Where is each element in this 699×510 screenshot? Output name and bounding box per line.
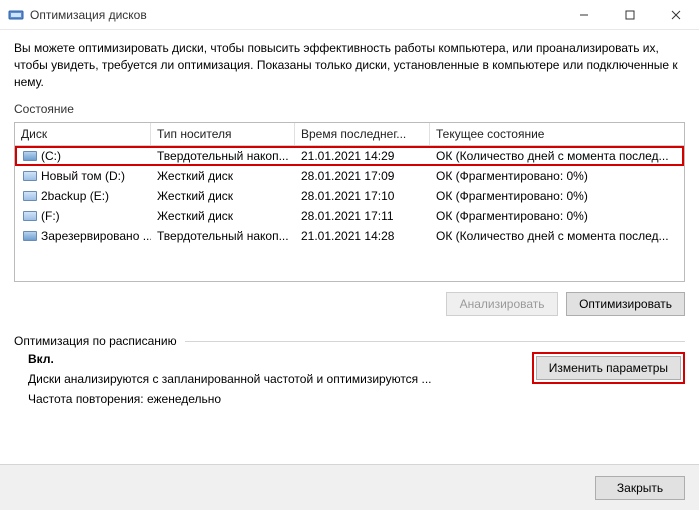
cell-media: Жесткий диск — [151, 166, 295, 186]
cell-state: ОК (Фрагментировано: 0%) — [430, 166, 684, 186]
cell-media: Твердотельный накоп... — [151, 146, 295, 166]
action-buttons: Анализировать Оптимизировать — [14, 292, 685, 316]
intro-text: Вы можете оптимизировать диски, чтобы по… — [14, 40, 685, 90]
table-row[interactable]: 2backup (E:) Жесткий диск 28.01.2021 17:… — [15, 186, 684, 206]
change-settings-button[interactable]: Изменить параметры — [536, 356, 681, 380]
schedule-line2: Частота повторения: еженедельно — [28, 392, 532, 406]
table-row[interactable]: Зарезервировано ... Твердотельный накоп.… — [15, 226, 684, 246]
col-state[interactable]: Текущее состояние — [430, 123, 684, 145]
drive-icon — [23, 151, 37, 161]
drive-icon — [23, 231, 37, 241]
separator — [185, 341, 685, 342]
cell-time: 28.01.2021 17:10 — [295, 186, 430, 206]
schedule-line1: Диски анализируются с запланированной ча… — [28, 372, 532, 386]
window-title: Оптимизация дисков — [30, 8, 147, 22]
cell-state: ОК (Количество дней с момента послед... — [430, 146, 684, 166]
cell-disk: Новый том (D:) — [41, 166, 125, 186]
close-button[interactable] — [653, 0, 699, 30]
footer: Закрыть — [0, 464, 699, 510]
table-row[interactable]: (C:) Твердотельный накоп... 21.01.2021 1… — [15, 146, 684, 166]
minimize-button[interactable] — [561, 0, 607, 30]
cell-media: Твердотельный накоп... — [151, 226, 295, 246]
schedule-section-label: Оптимизация по расписанию — [14, 334, 177, 348]
cell-state: ОК (Количество дней с момента послед... — [430, 226, 684, 246]
app-icon — [8, 7, 24, 23]
drive-table: Диск Тип носителя Время последнег... Тек… — [14, 122, 685, 282]
cell-state: ОК (Фрагментировано: 0%) — [430, 206, 684, 226]
table-header: Диск Тип носителя Время последнег... Тек… — [15, 123, 684, 146]
col-disk[interactable]: Диск — [15, 123, 151, 145]
cell-disk: (C:) — [41, 146, 61, 166]
window-buttons — [561, 0, 699, 30]
cell-media: Жесткий диск — [151, 206, 295, 226]
schedule-enabled-label: Вкл. — [28, 352, 532, 366]
cell-time: 28.01.2021 17:11 — [295, 206, 430, 226]
table-row[interactable]: Новый том (D:) Жесткий диск 28.01.2021 1… — [15, 166, 684, 186]
cell-media: Жесткий диск — [151, 186, 295, 206]
change-button-highlight: Изменить параметры — [532, 352, 685, 384]
cell-time: 21.01.2021 14:29 — [295, 146, 430, 166]
cell-disk: 2backup (E:) — [41, 186, 109, 206]
titlebar: Оптимизация дисков — [0, 0, 699, 30]
table-row[interactable]: (F:) Жесткий диск 28.01.2021 17:11 ОК (Ф… — [15, 206, 684, 226]
close-dialog-button[interactable]: Закрыть — [595, 476, 685, 500]
cell-disk: (F:) — [41, 206, 60, 226]
cell-state: ОК (Фрагментировано: 0%) — [430, 186, 684, 206]
cell-time: 28.01.2021 17:09 — [295, 166, 430, 186]
state-section-label: Состояние — [14, 102, 685, 116]
cell-time: 21.01.2021 14:28 — [295, 226, 430, 246]
drive-icon — [23, 171, 37, 181]
drive-icon — [23, 211, 37, 221]
col-media[interactable]: Тип носителя — [151, 123, 295, 145]
drive-icon — [23, 191, 37, 201]
cell-disk: Зарезервировано ... — [41, 226, 151, 246]
optimize-button[interactable]: Оптимизировать — [566, 292, 685, 316]
maximize-button[interactable] — [607, 0, 653, 30]
analyze-button[interactable]: Анализировать — [446, 292, 558, 316]
col-time[interactable]: Время последнег... — [295, 123, 430, 145]
